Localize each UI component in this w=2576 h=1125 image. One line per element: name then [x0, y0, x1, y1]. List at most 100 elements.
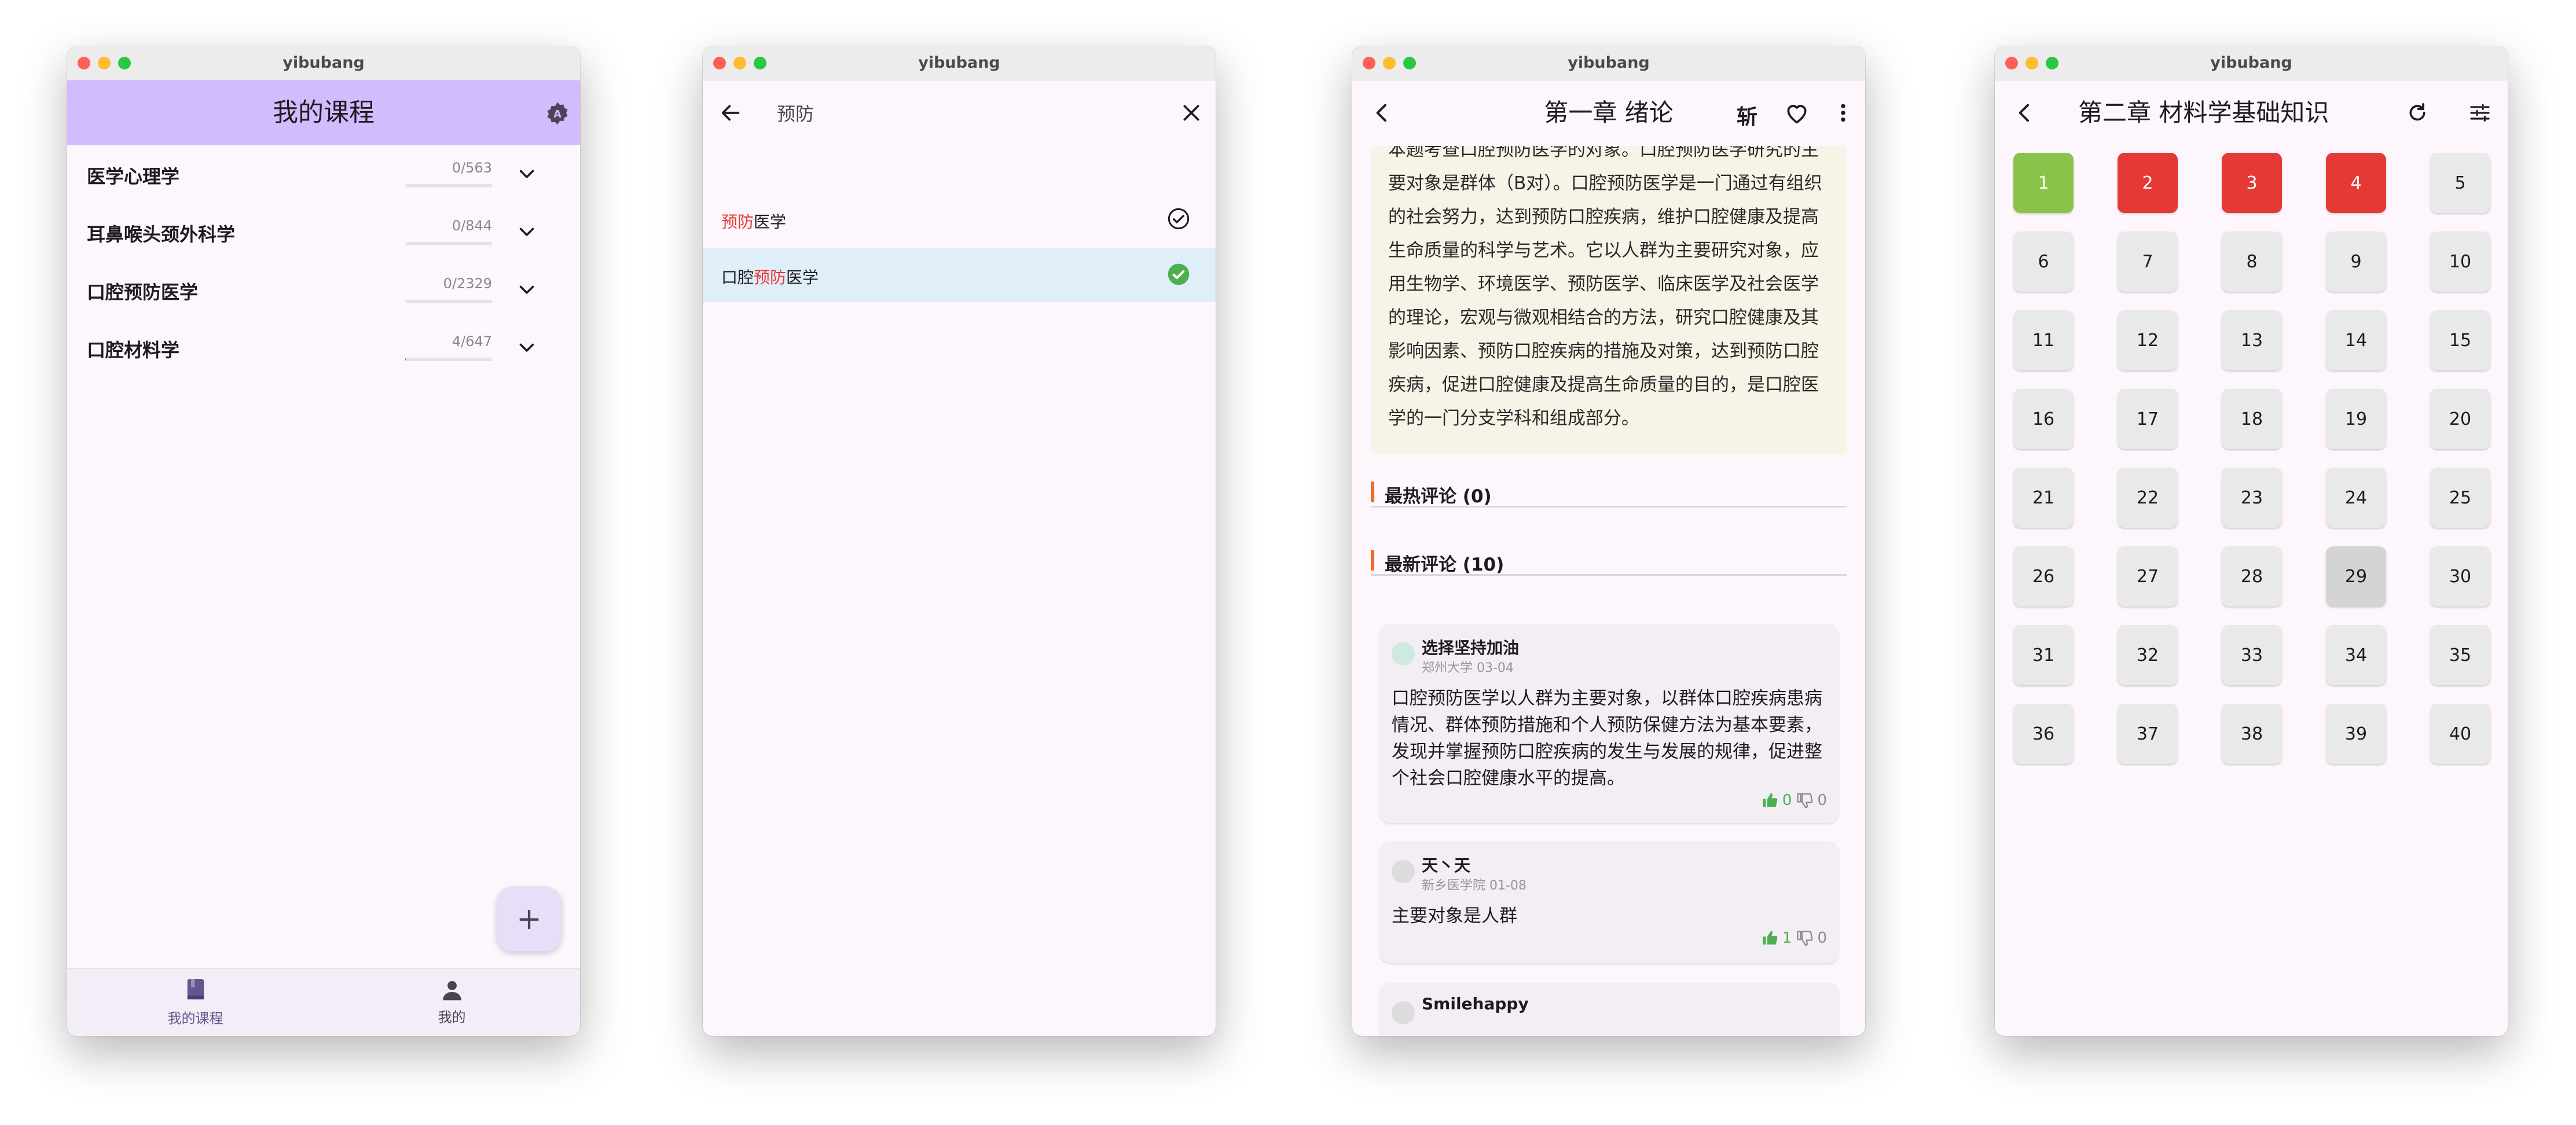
course-row[interactable]: 医学心理学 0/563	[87, 145, 560, 203]
dislike-button[interactable]: 0	[1796, 929, 1827, 947]
chevron-down-icon[interactable]	[516, 221, 537, 242]
question-cell[interactable]: 24	[2326, 468, 2386, 528]
question-cell[interactable]: 38	[2222, 704, 2282, 764]
window-title: yibubang	[1568, 54, 1650, 72]
question-cell[interactable]: 33	[2222, 625, 2282, 685]
question-cell[interactable]: 20	[2430, 389, 2490, 449]
close-window-button[interactable]	[78, 57, 90, 69]
question-cell[interactable]: 10	[2430, 231, 2490, 292]
minimize-window-button[interactable]	[98, 57, 111, 69]
theme-badge-icon[interactable]: A	[545, 101, 570, 126]
traffic-lights	[1363, 57, 1416, 69]
question-cell[interactable]: 21	[2013, 468, 2074, 528]
result-suffix: 医学	[786, 268, 819, 287]
explanation-text: 本题考查口腔预防医学的对象。口腔预防医学研究的主要对象是群体（B对）。口腔预防医…	[1388, 146, 1822, 429]
question-cell[interactable]: 7	[2118, 231, 2178, 292]
question-cell[interactable]: 19	[2326, 389, 2386, 449]
question-cell[interactable]: 16	[2013, 389, 2074, 449]
question-cell[interactable]: 27	[2118, 546, 2178, 606]
course-row[interactable]: 口腔材料学 4/647	[87, 318, 560, 376]
question-cell[interactable]: 30	[2430, 546, 2490, 606]
minimize-window-button[interactable]	[733, 57, 746, 69]
question-cell[interactable]: 4	[2326, 153, 2386, 213]
course-row[interactable]: 耳鼻喉头颈外科学 0/844	[87, 203, 560, 260]
question-cell[interactable]: 6	[2013, 231, 2074, 292]
question-cell[interactable]: 26	[2013, 546, 2074, 606]
close-window-button[interactable]	[713, 57, 726, 69]
course-name: 口腔材料学	[87, 339, 180, 361]
like-button[interactable]: 1	[1762, 929, 1792, 947]
question-cell[interactable]: 15	[2430, 310, 2490, 370]
nav-item-my-courses[interactable]: 我的课程	[67, 969, 324, 1036]
question-cell[interactable]: 13	[2222, 310, 2282, 370]
search-result-row[interactable]: 预防医学	[703, 192, 1216, 247]
question-cell[interactable]: 28	[2222, 546, 2282, 606]
font-toggle-button[interactable]: 斩	[1737, 100, 1757, 130]
minimize-window-button[interactable]	[2025, 57, 2038, 69]
more-vert-icon[interactable]	[1836, 101, 1850, 124]
question-cell[interactable]: 34	[2326, 625, 2386, 685]
add-course-button[interactable]: +	[497, 887, 562, 951]
tune-icon[interactable]	[2468, 101, 2491, 124]
question-cell[interactable]: 25	[2430, 468, 2490, 528]
back-arrow-icon[interactable]	[719, 101, 742, 124]
question-cell[interactable]: 18	[2222, 389, 2282, 449]
zoom-window-button[interactable]	[118, 57, 131, 69]
question-cell[interactable]: 36	[2013, 704, 2074, 764]
question-cell[interactable]: 39	[2326, 704, 2386, 764]
close-window-button[interactable]	[1363, 57, 1375, 69]
question-cell[interactable]: 22	[2118, 468, 2178, 528]
question-cell[interactable]: 9	[2326, 231, 2386, 292]
window-titlebar: yibubang	[703, 46, 1216, 80]
chevron-down-icon[interactable]	[516, 337, 537, 358]
window-title: yibubang	[282, 54, 365, 72]
person-icon	[441, 979, 463, 1001]
back-chevron-icon[interactable]	[2013, 101, 2036, 124]
question-cell[interactable]: 5	[2430, 153, 2490, 213]
question-cell[interactable]: 17	[2118, 389, 2178, 449]
question-cell[interactable]: 1	[2013, 153, 2074, 213]
question-cell[interactable]: 12	[2118, 310, 2178, 370]
question-cell[interactable]: 14	[2326, 310, 2386, 370]
course-row[interactable]: 口腔预防医学 0/2329	[87, 260, 560, 318]
like-button[interactable]: 0	[1762, 792, 1792, 809]
search-bar	[703, 80, 1216, 145]
hot-comments-header: 最热评论 (0)	[1371, 479, 1847, 508]
chevron-down-icon[interactable]	[516, 279, 537, 300]
question-grid-window: yibubang 第二章 材料学基础知识 1 2 3 4 5 6 7 8 9 10 11 12 13 14…	[1995, 46, 2508, 1036]
heart-icon[interactable]	[1784, 100, 1810, 126]
check-circle-filled-icon[interactable]	[1167, 263, 1190, 286]
question-cell[interactable]: 35	[2430, 625, 2490, 685]
nav-item-me[interactable]: 我的	[324, 969, 580, 1036]
zoom-window-button[interactable]	[2046, 57, 2058, 69]
question-cell[interactable]: 3	[2222, 153, 2282, 213]
zoom-window-button[interactable]	[754, 57, 766, 69]
clear-search-icon[interactable]	[1180, 101, 1203, 124]
page-title: 我的课程	[273, 98, 375, 127]
section-accent	[1371, 481, 1374, 502]
refresh-icon[interactable]	[2406, 101, 2429, 124]
search-input[interactable]	[776, 98, 1102, 128]
course-progress-bar	[405, 300, 492, 303]
chevron-down-icon[interactable]	[516, 163, 537, 184]
search-result-row[interactable]: 口腔预防医学	[703, 248, 1216, 302]
question-cell[interactable]: 23	[2222, 468, 2282, 528]
dislike-button[interactable]: 0	[1796, 792, 1827, 809]
question-cell[interactable]: 2	[2118, 153, 2178, 213]
question-cell[interactable]: 31	[2013, 625, 2074, 685]
zoom-window-button[interactable]	[1403, 57, 1416, 69]
course-progress-count: 4/647	[452, 333, 492, 350]
course-name: 医学心理学	[87, 166, 180, 188]
close-window-button[interactable]	[2005, 57, 2018, 69]
question-cell[interactable]: 8	[2222, 231, 2282, 292]
question-cell[interactable]: 32	[2118, 625, 2178, 685]
book-icon	[185, 978, 207, 1002]
question-cell[interactable]: 29	[2326, 546, 2386, 606]
minimize-window-button[interactable]	[1383, 57, 1396, 69]
check-circle-outline-icon[interactable]	[1167, 207, 1190, 230]
question-cell[interactable]: 40	[2430, 704, 2490, 764]
comment-card: 天丶天 新乡医学院 01-08 主要对象是人群 1 0	[1380, 841, 1839, 963]
comment-body: 口腔预防医学以人群为主要对象，以群体口腔疾病患病情况、群体预防措施和个人预防保健…	[1392, 688, 1822, 789]
question-cell[interactable]: 11	[2013, 310, 2074, 370]
question-cell[interactable]: 37	[2118, 704, 2178, 764]
